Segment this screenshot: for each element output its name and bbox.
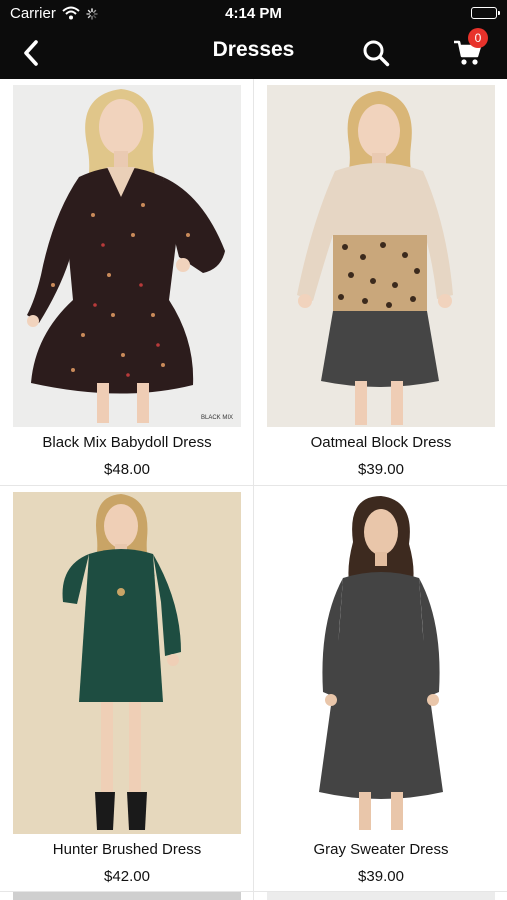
- battery-icon: [471, 7, 500, 19]
- product-image: BLACK MIX: [13, 85, 241, 427]
- product-card[interactable]: BLACK MIX Black Mix Babydoll Dress $48.0…: [0, 79, 253, 485]
- page-title: Dresses: [212, 38, 295, 61]
- product-name: Gray Sweater Dress: [313, 841, 449, 858]
- product-image: [13, 492, 241, 834]
- product-card[interactable]: Hunter Brushed Dress $42.00: [0, 486, 253, 892]
- product-name: Oatmeal Block Dress: [310, 434, 452, 451]
- product-image: [267, 492, 495, 834]
- cart-count-badge: 0: [468, 28, 488, 48]
- product-grid: BLACK MIX Black Mix Babydoll Dress $48.0…: [0, 79, 507, 900]
- next-row-image-edge: [267, 892, 495, 900]
- product-image: [267, 85, 495, 427]
- product-price: $39.00: [358, 868, 404, 885]
- search-button[interactable]: [358, 36, 394, 70]
- photo-tag-text: BLACK MIX: [201, 415, 233, 421]
- product-price: $48.00: [104, 461, 150, 478]
- product-card[interactable]: Oatmeal Block Dress $39.00: [254, 79, 507, 485]
- product-card[interactable]: Gray Sweater Dress $39.00: [254, 486, 507, 892]
- back-chevron-icon: [24, 40, 38, 66]
- status-bar: Carrier 4:14 PM: [0, 0, 507, 26]
- product-price: $42.00: [104, 868, 150, 885]
- next-row-image-edge: [13, 892, 241, 900]
- clock: 4:14 PM: [225, 5, 282, 22]
- navigation-bar: Dresses: [0, 26, 507, 79]
- product-name: Black Mix Babydoll Dress: [42, 434, 212, 451]
- product-name: Hunter Brushed Dress: [52, 841, 202, 858]
- back-button[interactable]: [14, 36, 48, 70]
- product-price: $39.00: [358, 461, 404, 478]
- search-icon: [363, 40, 390, 67]
